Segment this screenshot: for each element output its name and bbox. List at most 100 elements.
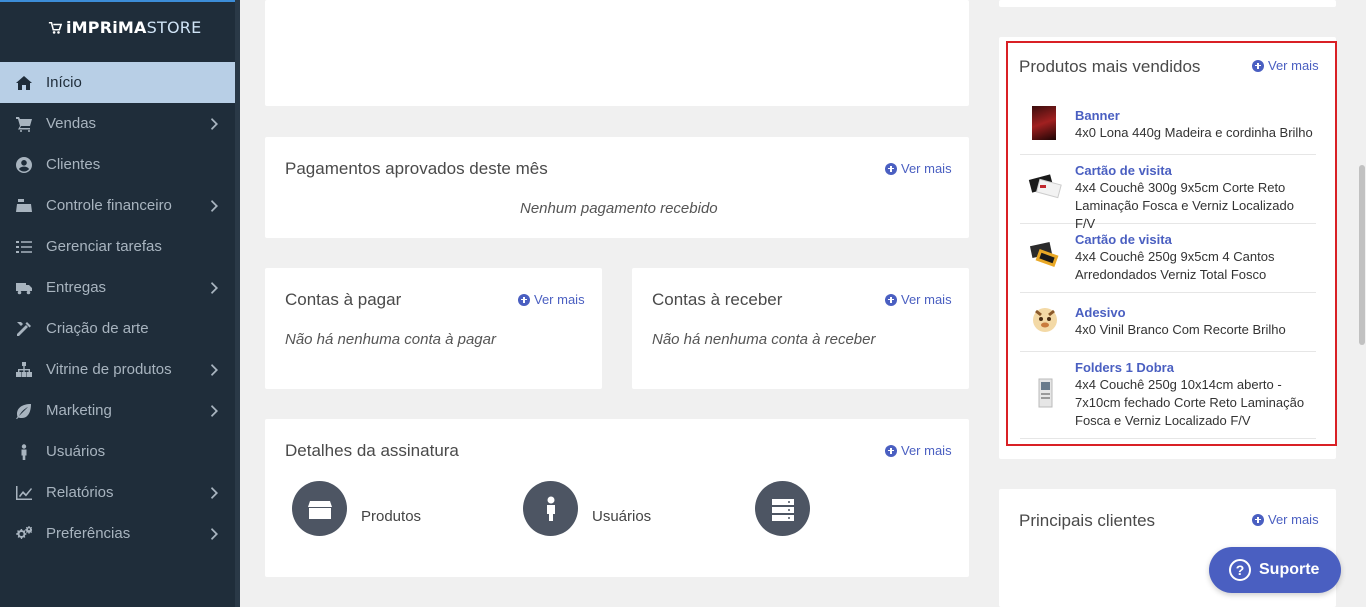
sidebar-item-label: Marketing xyxy=(46,402,112,419)
cash-register-icon xyxy=(14,196,34,216)
ver-mais-label: Ver mais xyxy=(1268,512,1319,527)
chevron-right-icon xyxy=(211,199,219,212)
chevron-right-icon xyxy=(211,486,219,499)
sidebar: iMPRiMASTORE Início Vendas Clientes Cont… xyxy=(0,0,240,607)
clientes-ver-mais-link[interactable]: Ver mais xyxy=(1252,512,1319,527)
user-circle-icon xyxy=(14,155,34,175)
sidebar-item-label: Início xyxy=(46,74,82,91)
tools-icon xyxy=(14,319,34,339)
sidebar-item-label: Clientes xyxy=(46,156,101,173)
product-desc: 4x0 Lona 440g Madeira e cordinha Brilho xyxy=(1075,125,1313,140)
assinatura-item-label: Produtos xyxy=(361,508,422,525)
list-item[interactable]: Adesivo 4x0 Vinil Branco Com Recorte Bri… xyxy=(1020,293,1316,352)
home-icon xyxy=(14,73,34,93)
assinatura-produtos: Produtos xyxy=(292,481,421,536)
ver-mais-label: Ver mais xyxy=(901,292,952,307)
business-card-thumbnail xyxy=(1028,174,1062,199)
contas-pagar-card: Contas à pagar Ver mais Não há nenhuma c… xyxy=(265,268,602,389)
cart-icon xyxy=(14,114,34,134)
product-name: Folders 1 Dobra xyxy=(1075,360,1174,375)
server-icon xyxy=(755,481,810,536)
list-item[interactable]: Cartão de visita 4x4 Couchê 300g 9x5cm C… xyxy=(1020,155,1316,231)
pagamentos-card: Pagamentos aprovados deste mês Ver mais … xyxy=(265,137,969,238)
clientes-title: Principais clientes xyxy=(1019,511,1156,530)
list-item[interactable]: Folders 1 Dobra 4x4 Couchê 250g 10x14cm … xyxy=(1020,352,1316,439)
assinatura-storage xyxy=(755,481,824,536)
sidebar-item-usuarios[interactable]: Usuários xyxy=(0,431,235,472)
chevron-right-icon xyxy=(211,527,219,540)
chevron-right-icon xyxy=(211,404,219,417)
assinatura-item-label: Usuários xyxy=(592,508,652,525)
sidebar-item-label: Vitrine de produtos xyxy=(46,361,172,378)
contas-pagar-title: Contas à pagar xyxy=(285,290,402,309)
pagamentos-empty-text: Nenhum pagamento recebido xyxy=(520,200,718,217)
business-card-thumbnail xyxy=(1029,242,1059,268)
scrollbar-thumb[interactable] xyxy=(1359,165,1365,345)
sidebar-item-label: Preferências xyxy=(46,525,131,542)
tasks-icon xyxy=(14,237,34,257)
sidebar-item-preferencias[interactable]: Preferências xyxy=(0,513,235,554)
product-name: Cartão de visita xyxy=(1075,163,1172,178)
assinatura-title: Detalhes da assinatura xyxy=(285,441,459,460)
contas-receber-title: Contas à receber xyxy=(652,290,783,309)
list-item[interactable]: Cartão de visita 4x4 Couchê 250g 9x5cm 4… xyxy=(1020,224,1316,293)
leaf-icon xyxy=(14,401,34,421)
list-item[interactable]: Banner 4x0 Lona 440g Madeira e cordinha … xyxy=(1020,98,1316,155)
contas-receber-card: Contas à receber Ver mais Não há nenhuma… xyxy=(632,268,969,389)
logo[interactable]: iMPRiMASTORE xyxy=(48,18,201,37)
pagamentos-ver-mais-link[interactable]: Ver mais xyxy=(885,161,952,176)
sidebar-item-inicio[interactable]: Início xyxy=(0,62,235,103)
sidebar-item-gerenciar-tarefas[interactable]: Gerenciar tarefas xyxy=(0,226,235,267)
product-desc: 4x0 Vinil Branco Com Recorte Brilho xyxy=(1075,322,1286,337)
contas-receber-empty-text: Não há nenhuma conta à receber xyxy=(652,331,876,348)
truck-icon xyxy=(14,278,34,298)
sidebar-item-clientes[interactable]: Clientes xyxy=(0,144,235,185)
logo-cart-icon xyxy=(48,21,62,34)
sidebar-item-entregas[interactable]: Entregas xyxy=(0,267,235,308)
sidebar-item-label: Gerenciar tarefas xyxy=(46,238,162,255)
top-card xyxy=(265,0,969,106)
contas-receber-ver-mais-link[interactable]: Ver mais xyxy=(885,292,952,307)
plus-circle-icon xyxy=(885,162,897,175)
product-desc: 4x4 Couchê 250g 9x5cm 4 Cantos Arredonda… xyxy=(1075,249,1275,282)
person-icon xyxy=(523,481,578,536)
sidebar-item-label: Vendas xyxy=(46,115,97,132)
chevron-right-icon xyxy=(211,363,219,376)
sidebar-item-criacao-de-arte[interactable]: Criação de arte xyxy=(0,308,235,349)
plus-circle-icon xyxy=(885,444,897,457)
contas-pagar-empty-text: Não há nenhuma conta à pagar xyxy=(285,331,496,348)
sidebar-item-label: Usuários xyxy=(46,443,106,460)
banner-thumbnail xyxy=(1032,106,1056,140)
support-button[interactable]: ? Suporte xyxy=(1209,547,1341,593)
page-scrollbar[interactable] xyxy=(1358,0,1366,607)
plus-circle-icon xyxy=(518,293,530,306)
assinatura-ver-mais-link[interactable]: Ver mais xyxy=(885,443,952,458)
cogs-icon xyxy=(14,524,34,544)
product-name: Adesivo xyxy=(1075,305,1126,320)
logo-text: iMPRiMASTORE xyxy=(66,18,202,37)
assinatura-card: Detalhes da assinatura Ver mais Produtos… xyxy=(265,419,969,577)
ver-mais-label: Ver mais xyxy=(534,292,585,307)
sticker-thumbnail xyxy=(1033,308,1057,332)
plus-circle-icon xyxy=(1252,513,1264,526)
plus-circle-icon xyxy=(885,293,897,306)
sidebar-item-controle-financeiro[interactable]: Controle financeiro xyxy=(0,185,235,226)
sidebar-item-relatorios[interactable]: Relatórios xyxy=(0,472,235,513)
chart-line-icon xyxy=(14,483,34,503)
chevron-right-icon xyxy=(211,117,219,130)
assinatura-usuarios: Usuários xyxy=(523,481,651,536)
sidebar-item-vendas[interactable]: Vendas xyxy=(0,103,235,144)
sidebar-item-label: Controle financeiro xyxy=(46,197,172,214)
support-label: Suporte xyxy=(1259,561,1320,578)
product-name: Banner xyxy=(1075,108,1120,123)
sidebar-item-vitrine-de-produtos[interactable]: Vitrine de produtos xyxy=(0,349,235,390)
box-icon xyxy=(292,481,347,536)
ver-mais-label: Ver mais xyxy=(901,443,952,458)
sidebar-item-marketing[interactable]: Marketing xyxy=(0,390,235,431)
sidebar-item-label: Entregas xyxy=(46,279,107,296)
person-icon xyxy=(14,442,34,462)
sidebar-item-label: Relatórios xyxy=(46,484,114,501)
question-circle-icon: ? xyxy=(1229,559,1251,581)
contas-pagar-ver-mais-link[interactable]: Ver mais xyxy=(518,292,585,307)
folder-thumbnail xyxy=(1038,378,1053,408)
